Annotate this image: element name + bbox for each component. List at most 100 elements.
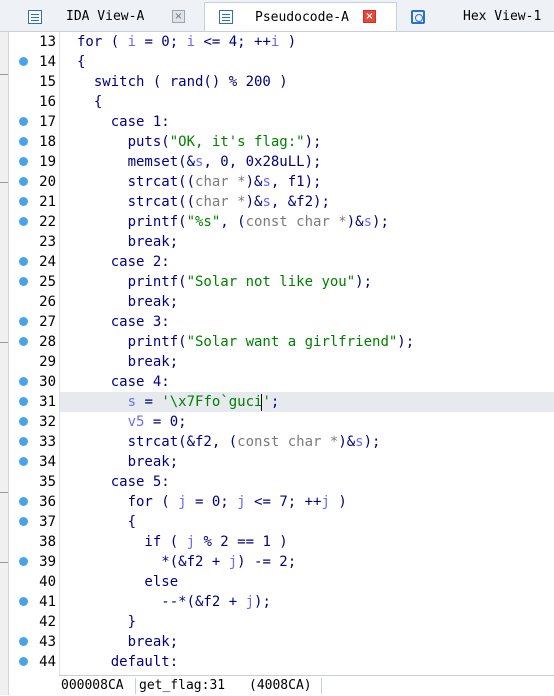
- breakpoint-dot-icon[interactable]: [19, 277, 28, 286]
- code-line[interactable]: s = '\x7Ffo`guci';: [77, 392, 279, 412]
- close-icon[interactable]: ×: [363, 10, 376, 23]
- gutter-line[interactable]: 40: [9, 572, 59, 592]
- gutter-line[interactable]: 44: [9, 652, 59, 672]
- breakpoint-dot-icon[interactable]: [19, 377, 28, 386]
- tab-pseudocode-a[interactable]: Pseudocode-A ×: [204, 2, 397, 31]
- code-line[interactable]: if ( j % 2 == 1 ): [77, 532, 287, 552]
- gutter-line[interactable]: 29: [9, 352, 59, 372]
- breakpoint-dot-icon[interactable]: [19, 137, 28, 146]
- gutter-line[interactable]: 36: [9, 492, 59, 512]
- breakpoint-dot-icon[interactable]: [19, 417, 28, 426]
- breakpoint-dot-icon[interactable]: [19, 197, 28, 206]
- line-number-gutter[interactable]: 13 14 15 16 17 18 19 20 21 22 23 24 25 26 27 28 29 30 31 32…: [9, 32, 59, 675]
- code-line[interactable]: break;: [77, 292, 179, 312]
- line-number: 44: [39, 654, 56, 670]
- code-line[interactable]: strcat(&f2, (const char *)&s);: [77, 432, 381, 452]
- code-line[interactable]: strcat((char *)&s, f1);: [77, 172, 322, 192]
- code-line[interactable]: --*(&f2 + j);: [77, 592, 271, 612]
- gutter-line[interactable]: 24: [9, 252, 59, 272]
- gutter-line[interactable]: 20: [9, 172, 59, 192]
- gutter-line[interactable]: 16: [9, 92, 59, 112]
- gutter-line[interactable]: 38: [9, 532, 59, 552]
- gutter-line[interactable]: 41: [9, 592, 59, 612]
- breakpoint-dot-icon[interactable]: [19, 157, 28, 166]
- gutter-line[interactable]: 25: [9, 272, 59, 292]
- breakpoint-dot-icon[interactable]: [19, 317, 28, 326]
- breakpoint-dot-icon[interactable]: [19, 637, 28, 646]
- gutter-line[interactable]: 35: [9, 472, 59, 492]
- breakpoint-dot-icon[interactable]: [19, 217, 28, 226]
- close-icon[interactable]: ×: [172, 10, 185, 23]
- code-line[interactable]: memset(&s, 0, 0x28uLL);: [77, 152, 322, 172]
- gutter-line[interactable]: 27: [9, 312, 59, 332]
- code-line[interactable]: {: [77, 92, 102, 112]
- gutter-line[interactable]: 32: [9, 412, 59, 432]
- code-line[interactable]: case 5:: [77, 472, 170, 492]
- code-line[interactable]: case 3:: [77, 312, 170, 332]
- code-line[interactable]: case 1:: [77, 112, 170, 132]
- gutter-line[interactable]: 33: [9, 432, 59, 452]
- code-line[interactable]: switch ( rand() % 200 ): [77, 72, 288, 92]
- gutter-line[interactable]: 19: [9, 152, 59, 172]
- breakpoint-dot-icon[interactable]: [19, 397, 28, 406]
- gutter-line[interactable]: 43: [9, 632, 59, 652]
- gutter-line[interactable]: 42: [9, 612, 59, 632]
- tab-hex-view-1[interactable]: Hex View-1: [397, 3, 554, 30]
- left-panel-edge[interactable]: [0, 32, 9, 695]
- line-number: 41: [39, 594, 56, 610]
- code-line[interactable]: *(&f2 + j) -= 2;: [77, 552, 296, 572]
- breakpoint-dot-icon[interactable]: [19, 257, 28, 266]
- code-line[interactable]: {: [77, 512, 136, 532]
- code-line[interactable]: printf("Solar not like you");: [77, 272, 372, 292]
- code-line[interactable]: puts("OK, it's flag:");: [77, 132, 322, 152]
- gutter-line[interactable]: 13: [9, 32, 59, 52]
- gutter-line[interactable]: 37: [9, 512, 59, 532]
- breakpoint-dot-icon[interactable]: [19, 437, 28, 446]
- status-address: 000008CA: [61, 678, 124, 693]
- gutter-line[interactable]: 15: [9, 72, 59, 92]
- gutter-line[interactable]: 39: [9, 552, 59, 572]
- gutter-line[interactable]: 30: [9, 372, 59, 392]
- breakpoint-dot-icon[interactable]: [19, 457, 28, 466]
- code-line[interactable]: case 2:: [77, 252, 170, 272]
- breakpoint-dot-icon[interactable]: [19, 557, 28, 566]
- code-line[interactable]: strcat((char *)&s, &f2);: [77, 192, 330, 212]
- code-line[interactable]: break;: [77, 632, 179, 652]
- code-line[interactable]: case 4:: [77, 372, 170, 392]
- gutter-line[interactable]: 22: [9, 212, 59, 232]
- gutter-line[interactable]: 34: [9, 452, 59, 472]
- gutter-line[interactable]: 21: [9, 192, 59, 212]
- breakpoint-dot-icon[interactable]: [19, 597, 28, 606]
- gutter-line[interactable]: 31: [9, 392, 59, 412]
- code-line[interactable]: for ( i = 0; i <= 4; ++i ): [77, 32, 296, 52]
- breakpoint-dot-icon[interactable]: [19, 497, 28, 506]
- breakpoint-dot-icon[interactable]: [19, 657, 28, 666]
- breakpoint-dot-icon[interactable]: [19, 337, 28, 346]
- breakpoint-dot-icon[interactable]: [19, 177, 28, 186]
- breakpoint-dot-icon[interactable]: [19, 57, 28, 66]
- gutter-line[interactable]: 17: [9, 112, 59, 132]
- code-line[interactable]: printf("Solar want a girlfriend");: [77, 332, 415, 352]
- line-number: 32: [39, 414, 56, 430]
- gutter-line[interactable]: 18: [9, 132, 59, 152]
- gutter-line[interactable]: 26: [9, 292, 59, 312]
- code-line[interactable]: }: [77, 612, 136, 632]
- code-line[interactable]: for ( j = 0; j <= 7; ++j ): [77, 492, 347, 512]
- code-line[interactable]: break;: [77, 352, 179, 372]
- line-number: 42: [39, 614, 56, 630]
- code-line[interactable]: break;: [77, 232, 179, 252]
- breakpoint-dot-icon[interactable]: [19, 517, 28, 526]
- code-line[interactable]: printf("%s", (const char *)&s);: [77, 212, 389, 232]
- pseudocode-editor[interactable]: for ( i = 0; i <= 4; ++i ){ switch ( ran…: [59, 32, 554, 675]
- gutter-line[interactable]: 14: [9, 52, 59, 72]
- breakpoint-dot-icon[interactable]: [19, 117, 28, 126]
- code-line[interactable]: break;: [77, 452, 179, 472]
- code-line[interactable]: {: [77, 52, 85, 72]
- gutter-line[interactable]: 28: [9, 332, 59, 352]
- tab-ida-view-a[interactable]: IDA View-A ×: [14, 3, 204, 30]
- line-number: 28: [39, 334, 56, 350]
- code-line[interactable]: else: [77, 572, 178, 592]
- code-line[interactable]: v5 = 0;: [77, 412, 187, 432]
- code-line[interactable]: default:: [77, 652, 178, 672]
- gutter-line[interactable]: 23: [9, 232, 59, 252]
